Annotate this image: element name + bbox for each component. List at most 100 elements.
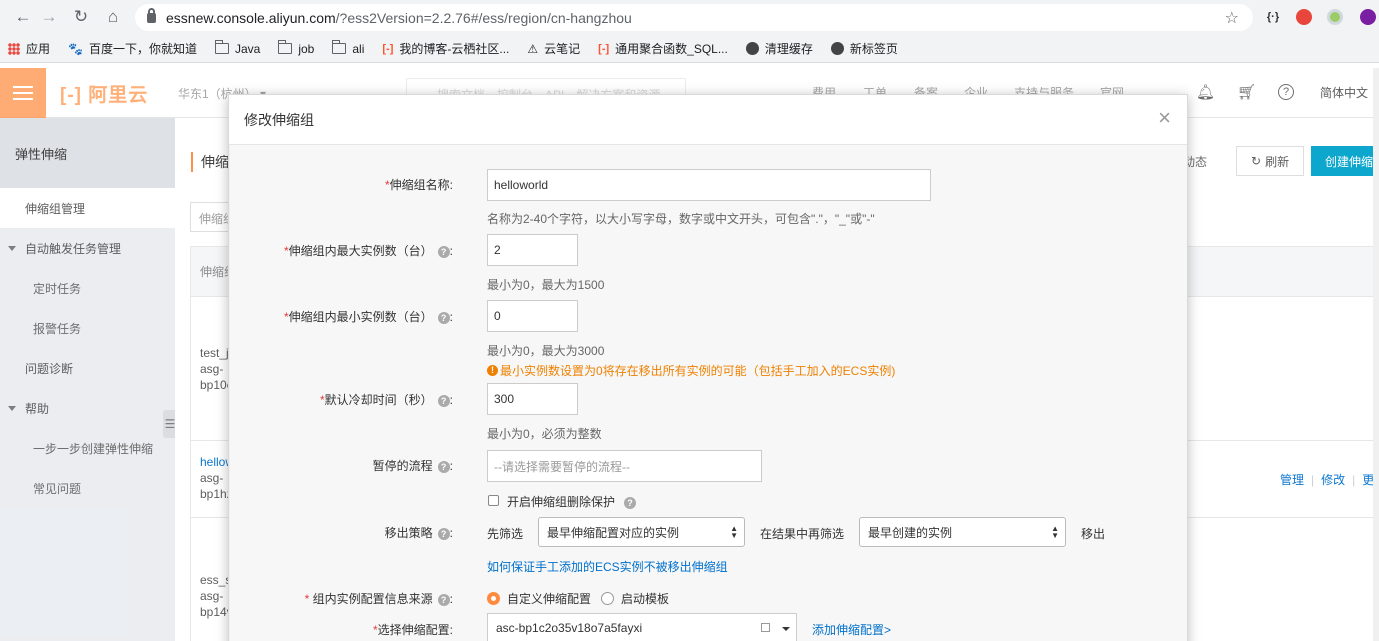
browser-toolbar: ← → ↻ ⌂ essnew.console.aliyun.com/?ess2V…: [0, 0, 1379, 35]
bookmark-star-icon[interactable]: ☆: [1225, 8, 1239, 28]
config-label-text: 选择伸缩配置:: [377, 623, 453, 637]
min-warning: ! 最小实例数设置为0将存在移出所有实例的可能（包括手工加入的ECS实例): [487, 362, 895, 379]
bookmark-ali[interactable]: ali: [332, 40, 365, 56]
bookmark-label: Java: [234, 41, 261, 56]
protect-label-text: 开启伸缩组删除保护: [507, 495, 616, 509]
calendar-icon: [761, 623, 770, 632]
group-name-input[interactable]: helloworld: [487, 169, 931, 201]
bookmark-java[interactable]: Java: [214, 40, 261, 56]
min-warning-text: 最小实例数设置为0将存在移出所有实例的可能（包括手工加入的ECS实例): [500, 364, 896, 378]
cooldown-label-text: 默认冷却时间（秒）: [324, 393, 433, 407]
select-arrows-icon: ▲ ▼: [730, 524, 738, 540]
help-icon[interactable]: ?: [437, 395, 450, 407]
deletion-protection-checkbox[interactable]: [488, 495, 499, 506]
modify-group-dialog: 修改伸缩组 × *伸缩组名称: helloworld 名称为2-40个字符，以大…: [228, 94, 1188, 641]
home-icon[interactable]: ⌂: [98, 2, 128, 32]
min-instances-input[interactable]: 0: [487, 300, 578, 332]
url-path: /?ess2Version=2.2.76#/ess/region/cn-hang…: [335, 9, 632, 26]
extension-icon[interactable]: [1296, 9, 1312, 25]
bookmark-label: 百度一下，你就知道: [88, 42, 197, 56]
help-icon[interactable]: ?: [437, 461, 450, 473]
removal-policy-label: 移出策略?:: [384, 526, 453, 540]
source-custom-label: 自定义伸缩配置: [507, 592, 592, 606]
help-icon[interactable]: ?: [624, 497, 637, 509]
folder-icon: [278, 40, 293, 54]
removal-first-select[interactable]: 最早伸缩配置对应的实例 ▲ ▼: [538, 517, 745, 547]
bookmark-yunqi[interactable]: [-] 我的博客-云栖社区...: [382, 40, 509, 57]
bookmark-label: 新标签页: [849, 42, 898, 56]
suspend-label: 暂停的流程?:: [372, 459, 453, 473]
profile-avatar[interactable]: [1360, 9, 1376, 25]
removal-first-value: 最早伸缩配置对应的实例: [547, 525, 680, 540]
help-icon[interactable]: ?: [437, 528, 450, 540]
forward-icon[interactable]: →: [34, 2, 64, 32]
bookmark-label: 云笔记: [544, 42, 581, 56]
dialog-header: 修改伸缩组 ×: [229, 95, 1187, 145]
apps-grid-icon: [8, 42, 20, 55]
bookmark-sql[interactable]: [-] 通用聚合函数_SQL...: [598, 40, 728, 57]
add-config-link[interactable]: 添加伸缩配置>: [812, 621, 891, 638]
dialog-title: 修改伸缩组: [244, 111, 314, 128]
source-label-text: 组内实例配置信息来源: [312, 592, 433, 606]
suspend-process-select[interactable]: --请选择需要暂停的流程--: [487, 450, 762, 482]
bookmark-label: ali: [352, 41, 365, 56]
aliyun-icon: [-]: [382, 42, 394, 55]
help-icon[interactable]: ?: [437, 312, 450, 324]
max-instances-input[interactable]: 2: [487, 234, 578, 266]
name-label-text: 伸缩组名称:: [389, 178, 453, 192]
bookmark-label: 应用: [26, 42, 51, 56]
source-template-radio[interactable]: [601, 592, 614, 605]
max-hint: 最小为0，最大为1500: [487, 278, 605, 292]
bookmarks-bar: 应用 🐾 百度一下，你就知道 Java job ali [-] 我的博客-云栖社区.…: [0, 35, 1379, 63]
cooldown-hint: 最小为0，必须为整数: [487, 427, 602, 441]
extension-icon-2[interactable]: [1327, 9, 1343, 25]
deletion-protection-label: 开启伸缩组删除保护?: [507, 493, 637, 510]
bookmark-cache[interactable]: 清理缓存: [745, 40, 813, 57]
bookmark-job[interactable]: job: [278, 40, 314, 56]
cooldown-label: *默认冷却时间（秒）?:: [319, 393, 453, 407]
warning-icon: !: [487, 365, 498, 376]
name-label: *伸缩组名称:: [384, 178, 453, 192]
help-icon[interactable]: ?: [437, 594, 450, 606]
cooldown-input[interactable]: 300: [487, 383, 578, 415]
bookmark-baidu[interactable]: 🐾 百度一下，你就知道: [68, 40, 197, 57]
folder-icon: [214, 40, 229, 54]
config-source-label: * 组内实例配置信息来源?:: [304, 592, 453, 606]
removal-second-select[interactable]: 最早创建的实例 ▲ ▼: [859, 517, 1066, 547]
folder-icon: [332, 40, 347, 54]
removal-help-link[interactable]: 如何保证手工添加的ECS实例不被移出伸缩组: [487, 558, 728, 575]
globe-icon: [745, 42, 759, 55]
source-custom-radio[interactable]: [487, 592, 500, 605]
caret-down-icon: [782, 627, 790, 631]
page-scrollbar[interactable]: [1373, 68, 1379, 641]
scaling-config-label: *选择伸缩配置:: [372, 623, 453, 637]
aliyun-icon: [-]: [598, 42, 610, 55]
url-bar[interactable]: essnew.console.aliyun.com/?ess2Version=2…: [135, 4, 1253, 31]
suspend-label-text: 暂停的流程: [372, 459, 433, 473]
lock-icon: [147, 7, 156, 23]
note-icon: ⚠: [527, 41, 539, 56]
bookmark-note[interactable]: ⚠ 云笔记: [527, 40, 580, 57]
name-hint: 名称为2-40个字符，以大小写字母，数字或中文开头，可包含"."，"_"或"-": [487, 212, 875, 226]
help-icon[interactable]: ?: [437, 246, 450, 258]
globe-icon: [830, 42, 844, 55]
removal-out-text: 移出: [1081, 527, 1106, 541]
close-icon[interactable]: ×: [1158, 107, 1171, 129]
removal-label-text: 移出策略: [384, 526, 433, 540]
source-template-label: 启动模板: [621, 592, 670, 606]
baidu-paw-icon: 🐾: [68, 41, 83, 56]
json-extension-icon[interactable]: {·}: [1265, 9, 1281, 25]
bookmark-label: 清理缓存: [764, 42, 813, 56]
scaling-config-select[interactable]: asc-bp1c2o35v18o7a5fayxi: [487, 613, 797, 641]
min-hint: 最小为0，最大为3000: [487, 344, 605, 358]
max-label-text: 伸缩组内最大实例数（台）: [288, 244, 433, 258]
reload-icon[interactable]: ↻: [66, 2, 96, 32]
select-arrows-icon: ▲ ▼: [1051, 524, 1059, 540]
removal-then-text: 在结果中再筛选: [760, 527, 845, 541]
url-host: essnew.console.aliyun.com: [166, 9, 336, 26]
bookmark-label: 通用聚合函数_SQL...: [615, 42, 728, 56]
bookmark-newtab[interactable]: 新标签页: [830, 40, 898, 57]
min-instances-label: *伸缩组内最小实例数（台）?:: [283, 310, 453, 324]
bookmark-apps[interactable]: 应用: [8, 40, 50, 57]
bookmark-label: 我的博客-云栖社区...: [399, 42, 510, 56]
